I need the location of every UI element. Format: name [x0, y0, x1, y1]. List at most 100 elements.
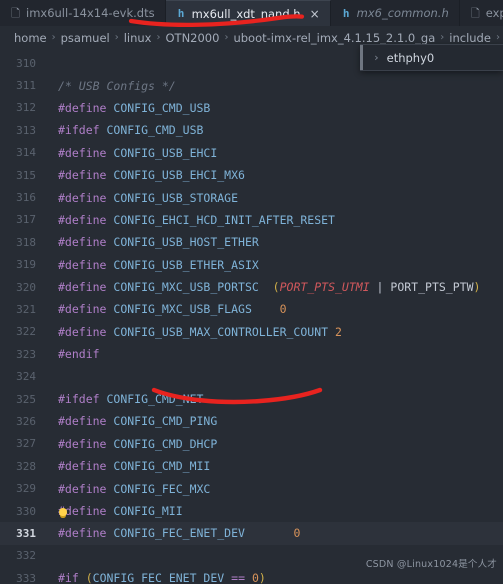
- breadcrumb-separator: ›: [51, 32, 56, 43]
- code-line-329[interactable]: 329 #define CONFIG_FEC_MXC: [0, 477, 503, 499]
- code-line-313[interactable]: 313 #ifdef CONFIG_CMD_USB: [0, 119, 503, 141]
- breadcrumb-item-5[interactable]: include: [449, 31, 491, 45]
- code-token: CONFIG_USB_HOST_ETHER: [113, 235, 259, 250]
- code-line-314[interactable]: 314 #define CONFIG_USB_EHCI: [0, 142, 503, 164]
- h-file-icon: h: [177, 7, 185, 20]
- code-line-320[interactable]: 320 #define CONFIG_MXC_USB_PORTSC (PORT_P…: [0, 276, 503, 298]
- code-text: #define CONFIG_FEC_MXC: [46, 482, 210, 496]
- breadcrumb-item-0[interactable]: home: [14, 31, 47, 45]
- code-token: #define: [58, 414, 107, 429]
- code-token: CONFIG_USB_EHCI_MX6: [113, 168, 245, 183]
- editor-tab-1[interactable]: h mx6ull_xdt_nand.h ×: [165, 0, 331, 26]
- code-line-316[interactable]: 316 #define CONFIG_USB_STORAGE: [0, 186, 503, 208]
- code-token: CONFIG_CMD_NET: [106, 392, 204, 407]
- code-text: /* USB Configs */: [46, 79, 176, 93]
- code-token: #define: [58, 459, 107, 474]
- code-line-323[interactable]: 323 #endif: [0, 343, 503, 365]
- code-text: #ifdef CONFIG_CMD_NET: [46, 392, 203, 406]
- code-token: #if: [58, 571, 79, 584]
- line-number: 320: [16, 280, 36, 294]
- code-line-326[interactable]: 326 #define CONFIG_CMD_PING: [0, 410, 503, 432]
- code-line-330[interactable]: 330 #define CONFIG_MII: [0, 500, 503, 522]
- line-number: 317: [16, 213, 36, 227]
- code-token: PORT_PTS_UTMI: [279, 280, 370, 295]
- code-line-325[interactable]: 325 #ifdef CONFIG_CMD_NET: [0, 388, 503, 410]
- code-token: (: [272, 280, 280, 295]
- code-token: #define: [58, 324, 107, 339]
- code-line-324[interactable]: 324: [0, 365, 503, 387]
- code-line-312[interactable]: 312 #define CONFIG_CMD_USB: [0, 97, 503, 119]
- code-text: #define CONFIG_MXC_USB_FLAGS 0: [46, 302, 287, 316]
- line-number: 324: [16, 370, 36, 384]
- code-text: #define CONFIG_MXC_USB_PORTSC (PORT_PTS_…: [46, 280, 480, 294]
- code-token: (: [85, 571, 93, 584]
- code-text: #if (CONFIG_FEC_ENET_DEV == 0): [46, 571, 266, 584]
- code-line-331[interactable]: 331 #define CONFIG_FEC_ENET_DEV 0: [0, 522, 503, 545]
- code-token: CONFIG_CMD_DHCP: [113, 436, 218, 451]
- breadcrumb-item-3[interactable]: OTN2000: [166, 31, 220, 45]
- breadcrumb-separator: ›: [224, 32, 229, 43]
- line-number: 311: [16, 79, 36, 93]
- code-text: #define CONFIG_CMD_PING: [46, 414, 217, 428]
- code-token: CONFIG_MII: [113, 504, 183, 518]
- line-number: 316: [16, 191, 36, 205]
- code-line-327[interactable]: 327 #define CONFIG_CMD_DHCP: [0, 433, 503, 455]
- code-editor[interactable]: 310 311 /* USB Configs */ 312 #define CONFIG…: [0, 49, 503, 584]
- code-text: #define CONFIG_FEC_ENET_DEV 0: [46, 526, 300, 540]
- code-line-317[interactable]: 317 #define CONFIG_EHCI_HCD_INIT_AFTER_RE…: [0, 209, 503, 231]
- breadcrumb-separator: ›: [495, 32, 500, 43]
- code-text: #define CONFIG_EHCI_HCD_INIT_AFTER_RESET: [46, 213, 335, 227]
- code-text: #define CONFIG_CMD_MII: [46, 459, 210, 473]
- code-token: CONFIG_USB_MAX_CONTROLLER_COUNT: [113, 324, 329, 339]
- breadcrumb-separator: ›: [440, 32, 445, 43]
- code-token: #define: [58, 235, 107, 250]
- line-number: 313: [16, 123, 36, 137]
- editor-tab-3[interactable]: 🗋 exports: [460, 0, 503, 26]
- line-number: 328: [16, 459, 36, 473]
- code-token: #define: [58, 168, 107, 183]
- code-token: 0: [293, 526, 301, 541]
- lightbulb-quickfix-icon[interactable]: [57, 505, 69, 518]
- line-number: 319: [16, 258, 36, 272]
- breadcrumb-item-2[interactable]: linux: [124, 31, 152, 45]
- code-text: #ifdef CONFIG_CMD_USB: [46, 123, 203, 137]
- line-number: 326: [16, 414, 36, 428]
- code-token: CONFIG_CMD_USB: [106, 123, 204, 138]
- editor-tab-label: mx6_common.h: [356, 6, 449, 20]
- code-token: CONFIG_FEC_ENET_DEV: [113, 526, 245, 541]
- code-token: ==: [231, 571, 246, 584]
- code-line-315[interactable]: 315 #define CONFIG_USB_EHCI_MX6: [0, 164, 503, 186]
- line-number: 314: [16, 146, 36, 160]
- line-number: 310: [16, 56, 36, 70]
- breadcrumb-item-4[interactable]: uboot-imx-rel_imx_4.1.15_2.1.0_ga: [233, 31, 435, 45]
- code-line-322[interactable]: 322 #define CONFIG_USB_MAX_CONTROLLER_COU…: [0, 321, 503, 343]
- code-token: #define: [58, 145, 107, 160]
- code-token: #define: [58, 526, 107, 541]
- code-token: CONFIG_FEC_MXC: [113, 481, 211, 496]
- code-line-328[interactable]: 328 #define CONFIG_CMD_MII: [0, 455, 503, 477]
- close-icon[interactable]: ×: [310, 8, 320, 20]
- editor-tab-label: imx6ull-14x14-evk.dts: [26, 6, 155, 20]
- code-token: 2: [334, 324, 342, 339]
- code-text: #define CONFIG_USB_MAX_CONTROLLER_COUNT …: [46, 325, 342, 339]
- code-line-321[interactable]: 321 #define CONFIG_MXC_USB_FLAGS 0: [0, 298, 503, 320]
- editor-tab-0[interactable]: 🗋 imx6ull-14x14-evk.dts: [0, 0, 166, 26]
- code-text: #endif: [46, 347, 100, 361]
- vscode-editor-window: 🗋 imx6ull-14x14-evk.dts h mx6ull_xdt_nand.h…: [0, 0, 503, 584]
- code-line-319[interactable]: 319 #define CONFIG_USB_ETHER_ASIX: [0, 254, 503, 276]
- editor-tab-2[interactable]: h mx6_common.h: [331, 0, 460, 26]
- code-line-311[interactable]: 311 /* USB Configs */: [0, 74, 503, 96]
- editor-tab-bar: 🗋 imx6ull-14x14-evk.dts h mx6ull_xdt_nand.h…: [0, 0, 503, 26]
- document-icon: 🗋: [11, 6, 20, 20]
- code-token: CONFIG_CMD_USB: [113, 100, 211, 115]
- popup-item-label[interactable]: ethphy0: [387, 51, 435, 65]
- line-number: 321: [16, 302, 36, 316]
- breadcrumb-dropdown-popup[interactable]: › ethphy0: [360, 44, 503, 71]
- editor-tab-label: mx6ull_xdt_nand.h: [191, 6, 301, 21]
- breadcrumb-item-1[interactable]: psamuel: [61, 31, 110, 45]
- code-line-318[interactable]: 318 #define CONFIG_USB_HOST_ETHER: [0, 231, 503, 253]
- line-number: 327: [16, 437, 36, 451]
